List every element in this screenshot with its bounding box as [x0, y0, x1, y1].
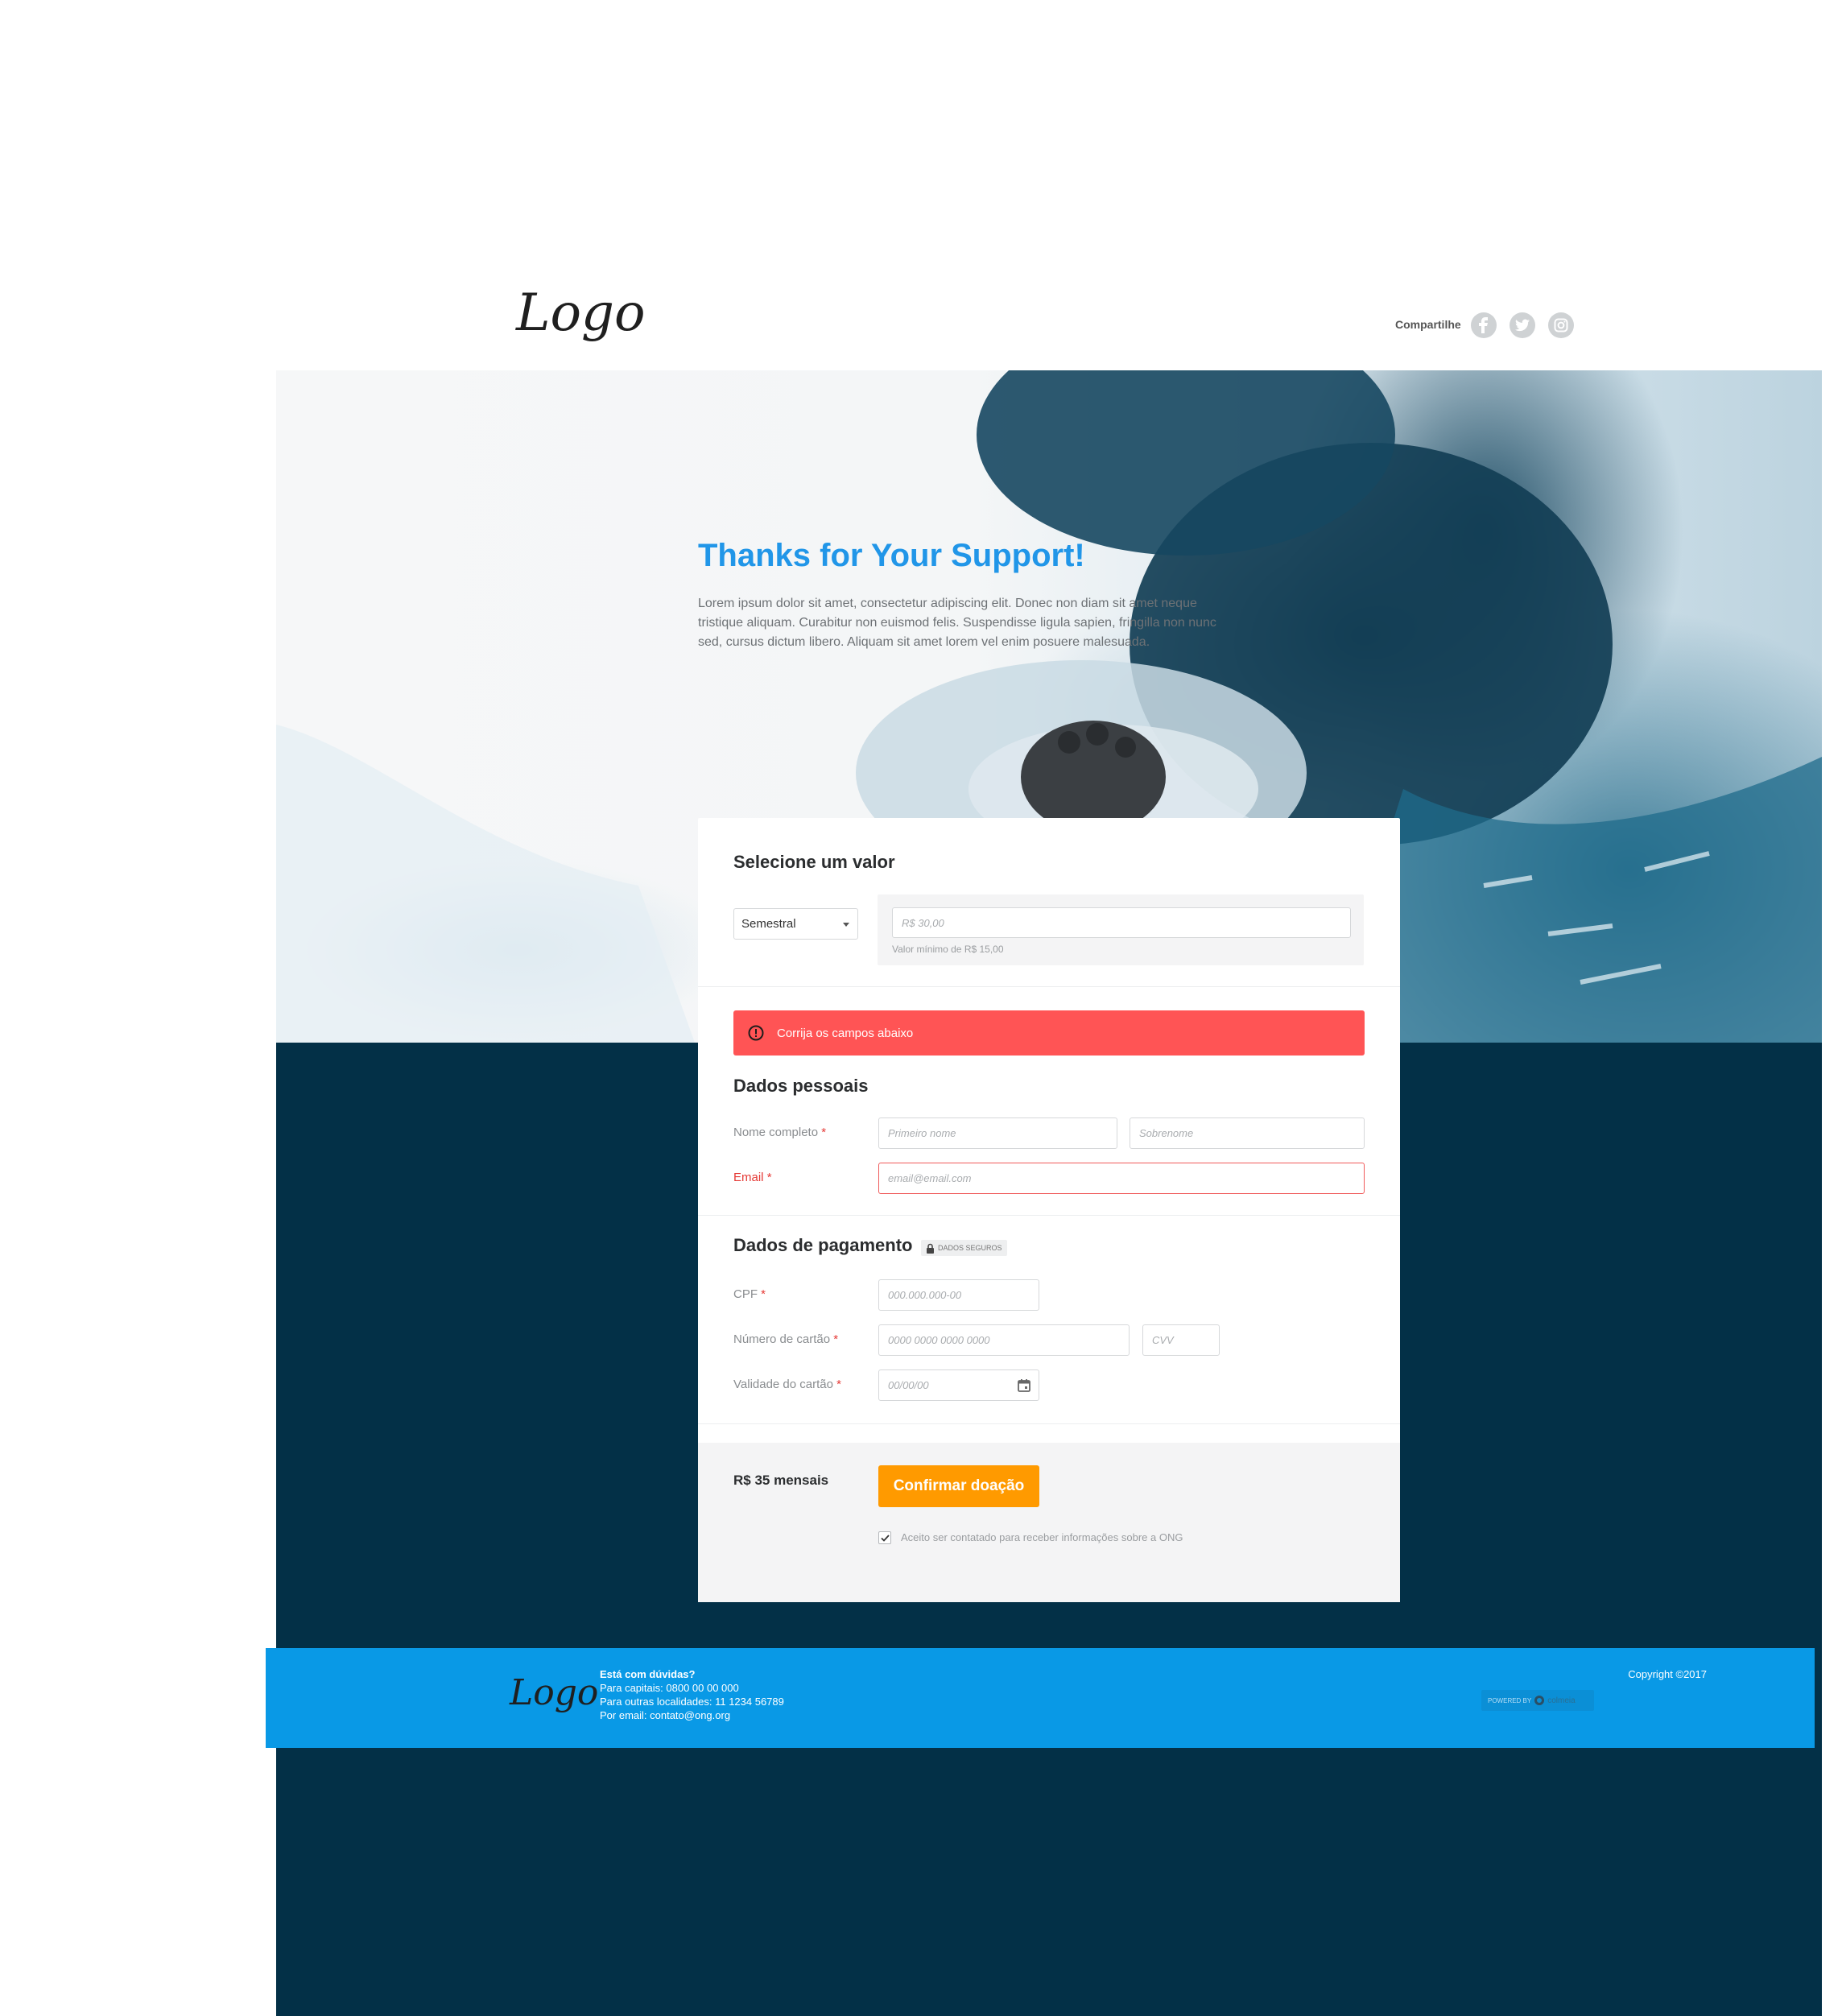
error-icon — [748, 1025, 764, 1041]
hero-title: Thanks for Your Support! — [698, 538, 1085, 573]
confirm-donation-button[interactable]: Confirmar doação — [878, 1465, 1039, 1507]
divider — [698, 1423, 1400, 1424]
frequency-value: Semestral — [741, 917, 796, 931]
lock-icon — [927, 1243, 934, 1254]
amount-section-title: Selecione um valor — [733, 852, 895, 872]
expiry-label: Validade do cartão * — [733, 1378, 841, 1391]
email-label: Email * — [733, 1171, 772, 1184]
amount-panel: R$ 30,00 Valor mínimo de R$ 15,00 — [878, 894, 1364, 965]
frequency-select[interactable]: Semestral — [733, 908, 858, 940]
cvv-input[interactable]: CVV — [1142, 1324, 1220, 1356]
facebook-icon[interactable] — [1471, 312, 1497, 338]
payment-section-title: Dados de pagamento — [733, 1235, 913, 1255]
divider — [698, 1215, 1400, 1216]
first-name-input[interactable]: Primeiro nome — [878, 1117, 1117, 1149]
error-alert-text: Corrija os campos abaixo — [777, 1026, 914, 1040]
last-name-input[interactable]: Sobrenome — [1130, 1117, 1365, 1149]
name-label: Nome completo * — [733, 1126, 827, 1139]
powered-by-badge[interactable]: POWERED BY colmeia — [1481, 1690, 1594, 1711]
footer: Logo Está com dúvidas? Para capitais: 08… — [266, 1648, 1815, 1748]
divider — [698, 986, 1400, 987]
consent-label: Aceito ser contatado para receber inform… — [901, 1531, 1183, 1543]
donation-total: R$ 35 mensais — [733, 1473, 829, 1488]
calendar-icon[interactable] — [1017, 1378, 1031, 1393]
card-number-label: Número de cartão * — [733, 1332, 839, 1346]
secure-badge: DADOS SEGUROS — [921, 1240, 1007, 1256]
personal-section-title: Dados pessoais — [733, 1076, 869, 1096]
powered-by-logo-icon — [1534, 1696, 1545, 1705]
instagram-icon[interactable] — [1548, 312, 1574, 338]
copyright: Copyright ©2017 — [1628, 1668, 1707, 1680]
chevron-down-icon — [843, 923, 849, 927]
checkmark-icon — [880, 1534, 890, 1542]
hero-description: Lorem ipsum dolor sit amet, consectetur … — [698, 597, 1216, 649]
expiry-input[interactable]: 00/00/00 — [878, 1369, 1039, 1401]
twitter-icon[interactable] — [1510, 312, 1535, 338]
footer-phone-other: Para outras localidades: 11 1234 56789 — [600, 1696, 784, 1708]
summary-panel: R$ 35 mensais Confirmar doação Aceito se… — [698, 1443, 1400, 1602]
email-input[interactable]: email@email.com — [878, 1163, 1365, 1194]
footer-logo[interactable]: Logo — [510, 1672, 598, 1713]
footer-phone-capitals: Para capitais: 0800 00 00 000 — [600, 1682, 739, 1694]
card-number-input[interactable]: 0000 0000 0000 0000 — [878, 1324, 1130, 1356]
footer-question: Está com dúvidas? — [600, 1668, 696, 1680]
consent-checkbox[interactable] — [878, 1531, 891, 1544]
cpf-input[interactable]: 000.000.000-00 — [878, 1279, 1039, 1311]
amount-input[interactable]: R$ 30,00 — [892, 907, 1351, 938]
error-alert: Corrija os campos abaixo — [733, 1010, 1365, 1056]
donation-form-card: Selecione um valor Semestral R$ 30,00 Va… — [698, 818, 1400, 1602]
header-logo[interactable]: Logo — [516, 283, 646, 343]
footer-contact: Está com dúvidas? Para capitais: 0800 00… — [600, 1667, 784, 1722]
cpf-label: CPF * — [733, 1287, 766, 1301]
amount-hint: Valor mínimo de R$ 15,00 — [892, 944, 1004, 955]
footer-email[interactable]: Por email: contato@ong.org — [600, 1708, 784, 1722]
share-label: Compartilhe — [1395, 318, 1461, 331]
